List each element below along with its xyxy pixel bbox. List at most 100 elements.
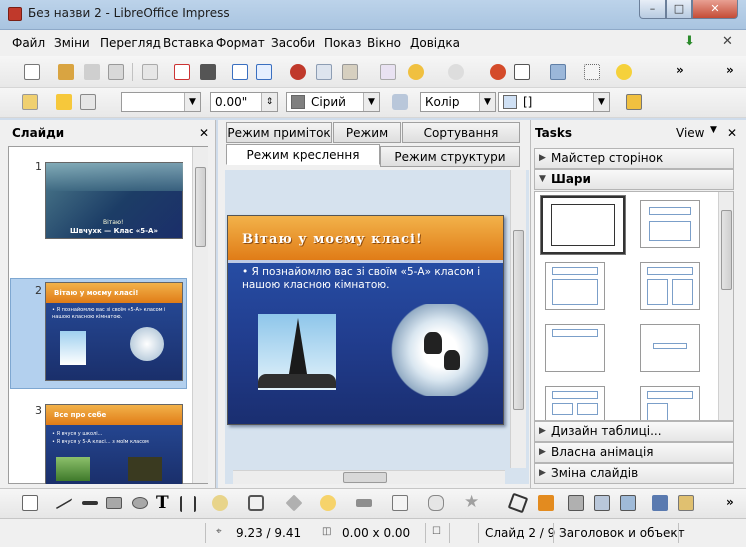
display-grid-icon[interactable] (550, 64, 566, 80)
section-custom-animation[interactable]: ▶ Власна анімація (534, 442, 734, 463)
tab-outline[interactable]: Режим структури (380, 146, 520, 167)
fontwork-icon[interactable] (568, 495, 584, 511)
text-tool-icon[interactable]: T (156, 493, 169, 513)
chevron-down-icon[interactable]: ▼ (710, 125, 717, 135)
menu-window[interactable]: Вікно (367, 36, 401, 50)
vertical-text-icon[interactable] (180, 496, 196, 512)
stars-icon[interactable]: ★ (464, 492, 479, 512)
export-pdf-icon[interactable] (174, 64, 190, 80)
autospellcheck-icon[interactable] (256, 64, 272, 80)
table-icon[interactable] (514, 64, 530, 80)
line-icon[interactable] (56, 94, 72, 110)
arrow-style-icon[interactable] (80, 94, 96, 110)
gallery-icon[interactable] (620, 495, 636, 511)
minimize-button[interactable]: – (639, 0, 666, 19)
chart-icon[interactable] (490, 64, 506, 80)
slides-scrollbar[interactable] (192, 147, 208, 483)
callouts-icon[interactable] (428, 495, 444, 511)
close-window-button[interactable]: ✕ (692, 0, 738, 19)
close-document-icon[interactable]: ✕ (722, 34, 733, 49)
menu-edit[interactable]: Зміни (54, 36, 90, 50)
layout-title-only[interactable] (545, 324, 605, 372)
line-width-field[interactable]: 0.00" ⇕ (210, 92, 278, 112)
gears-clipart[interactable] (390, 304, 490, 396)
rectangle-tool-icon[interactable] (106, 497, 122, 509)
helplines-icon[interactable] (584, 64, 600, 80)
cut-icon[interactable] (290, 64, 306, 80)
fill-value-select[interactable]: [] ▼ (498, 92, 610, 112)
menu-slideshow[interactable]: Показ (324, 36, 361, 50)
gallery-star-icon[interactable] (616, 64, 632, 80)
tab-handout[interactable]: Режим тез (333, 122, 401, 160)
line-tool-icon[interactable] (56, 490, 72, 510)
maximize-button[interactable]: □ (666, 0, 692, 19)
document-modified-icon[interactable]: ☐ (432, 526, 441, 537)
menu-view[interactable]: Перегляд (100, 36, 161, 50)
eiffel-tower-clipart[interactable] (258, 314, 336, 390)
align-icon[interactable] (678, 495, 694, 511)
menu-tools[interactable]: Засоби (271, 36, 315, 50)
flowchart-icon[interactable] (392, 495, 408, 511)
menu-insert[interactable]: Вставка (163, 36, 214, 50)
menu-help[interactable]: Довідка (410, 36, 460, 50)
slide-thumb-3[interactable]: Все про себе • Я вчуся у школі... • Я вч… (45, 404, 183, 484)
undo-icon[interactable] (408, 64, 424, 80)
points-icon[interactable] (507, 492, 529, 514)
paste-icon[interactable] (342, 64, 358, 80)
section-layouts[interactable]: ▼ Шари (534, 169, 734, 190)
more-tools-icon[interactable]: » (726, 495, 734, 509)
tab-drawing[interactable]: Режим креслення (226, 144, 380, 165)
slide-bullet-text[interactable]: • Я познайомлю вас зі своїм «5-А» класом… (242, 266, 482, 292)
scroll-thumb[interactable] (721, 210, 732, 290)
fill-type-select[interactable]: Колір ▼ (420, 92, 496, 112)
update-download-icon[interactable]: ⬇ (684, 34, 695, 49)
tab-notes[interactable]: Режим приміток (226, 122, 332, 143)
redo-icon[interactable] (448, 64, 464, 80)
rotate-icon[interactable] (652, 495, 668, 511)
email-icon[interactable] (108, 64, 124, 80)
copy-icon[interactable] (316, 64, 332, 80)
tasks-close-icon[interactable]: ✕ (727, 121, 737, 145)
new-document-icon[interactable] (24, 64, 40, 80)
symbol-shapes-icon[interactable] (320, 495, 336, 511)
menu-format[interactable]: Формат (216, 36, 265, 50)
area-fill-icon[interactable] (392, 94, 408, 110)
layout-content-2[interactable] (640, 386, 700, 420)
layout-centered-text[interactable] (640, 324, 700, 372)
slide-thumb-1[interactable]: Вітаю! Швчухк — Клас «5-А» (45, 162, 183, 239)
glue-points-icon[interactable] (538, 495, 554, 511)
tab-slide-sorter[interactable]: Сортування слайду (402, 122, 520, 160)
spellcheck-icon[interactable] (232, 64, 248, 80)
styles-icon[interactable] (22, 94, 38, 110)
layout-blank[interactable] (540, 195, 626, 255)
scroll-thumb[interactable] (195, 167, 206, 247)
save-icon[interactable] (84, 64, 100, 80)
layout-2content-title[interactable] (545, 386, 605, 420)
ellipse-tool-icon[interactable] (132, 497, 148, 509)
tasks-view-menu[interactable]: View (676, 121, 704, 145)
layout-title-content[interactable] (545, 262, 605, 310)
canvas-vscrollbar[interactable] (510, 170, 526, 468)
section-slide-transition[interactable]: ▶ Зміна слайдів (534, 463, 734, 484)
shadow-icon[interactable] (626, 94, 642, 110)
current-slide[interactable]: Вітаю у моєму класі! • Я познайомлю вас … (227, 215, 504, 425)
edit-file-icon[interactable] (142, 64, 158, 80)
section-table-design[interactable]: ▶ Дизайн таблиці... (534, 421, 734, 442)
clone-formatting-icon[interactable] (380, 64, 396, 80)
scroll-thumb[interactable] (343, 472, 387, 483)
menu-file[interactable]: Файл (12, 36, 45, 50)
more-tools-icon[interactable]: » (676, 63, 684, 77)
scroll-thumb[interactable] (513, 230, 524, 410)
line-color-select[interactable]: Сірий ▼ (286, 92, 380, 112)
block-arrows-icon[interactable] (356, 499, 372, 507)
layouts-scrollbar[interactable] (718, 192, 733, 420)
section-master-pages[interactable]: ▶ Майстер сторінок (534, 148, 734, 169)
line-style-select[interactable]: ▼ (121, 92, 201, 112)
slide-thumb-2[interactable]: Вітаю у моєму класі! • Я познайомлю вас … (45, 282, 183, 381)
slide-title[interactable]: Вітаю у моєму класі! (242, 232, 423, 247)
canvas-hscrollbar[interactable] (233, 470, 505, 484)
slides-panel-close-icon[interactable]: ✕ (199, 121, 209, 145)
basic-shapes-icon[interactable] (285, 494, 303, 512)
open-folder-icon[interactable] (58, 64, 74, 80)
print-icon[interactable] (200, 64, 216, 80)
